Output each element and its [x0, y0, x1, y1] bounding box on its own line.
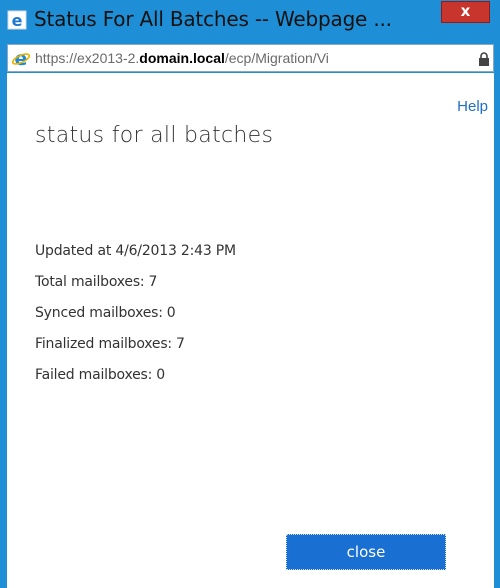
stat-label: Failed mailboxes: [35, 367, 153, 383]
close-button[interactable]: close [286, 534, 446, 570]
help-link[interactable]: Help [457, 98, 488, 115]
title-bar[interactable]: e Status For All Batches -- Webpage ... … [0, 0, 500, 38]
finalized-mailboxes-line: Finalized mailboxes: 7 [35, 336, 236, 367]
stat-label: Synced mailboxes: [35, 305, 163, 321]
stat-label: Total mailboxes: [35, 274, 145, 290]
ie-logo-icon: e [11, 48, 31, 68]
dialog-window: e Status For All Batches -- Webpage ... … [0, 0, 500, 588]
url-suffix: /ecp/Migration/Vi [224, 50, 329, 66]
close-icon: x [460, 2, 471, 20]
page-title: status for all batches [35, 123, 274, 148]
dialog-content: Help status for all batches Updated at 4… [7, 73, 494, 588]
stat-value: 7 [175, 336, 185, 352]
updated-line: Updated at 4/6/2013 2:43 PM [35, 243, 236, 274]
lock-icon [479, 52, 489, 66]
stat-label: Finalized mailboxes: [35, 336, 172, 352]
status-list: Updated at 4/6/2013 2:43 PM Total mailbo… [35, 243, 236, 398]
url-domain: domain.local [139, 50, 225, 66]
stat-value: 0 [156, 367, 165, 383]
stat-value: 0 [166, 305, 176, 321]
url-text: https://ex2013-2.domain.local/ecp/Migrat… [35, 50, 329, 66]
failed-mailboxes-line: Failed mailboxes: 0 [35, 367, 236, 398]
stat-value: 7 [148, 274, 158, 290]
updated-label: Updated at [35, 243, 112, 259]
window-title: Status For All Batches -- Webpage ... [34, 7, 392, 31]
synced-mailboxes-line: Synced mailboxes: 0 [35, 305, 236, 336]
total-mailboxes-line: Total mailboxes: 7 [35, 274, 236, 305]
ie-document-icon: e [7, 10, 27, 30]
updated-value: 4/6/2013 2:43 PM [115, 243, 236, 259]
address-bar[interactable]: e https://ex2013-2.domain.local/ecp/Migr… [7, 44, 494, 72]
url-prefix: https://ex2013-2. [35, 50, 140, 66]
window-close-button[interactable]: x [441, 1, 490, 23]
svg-text:e: e [12, 11, 23, 30]
